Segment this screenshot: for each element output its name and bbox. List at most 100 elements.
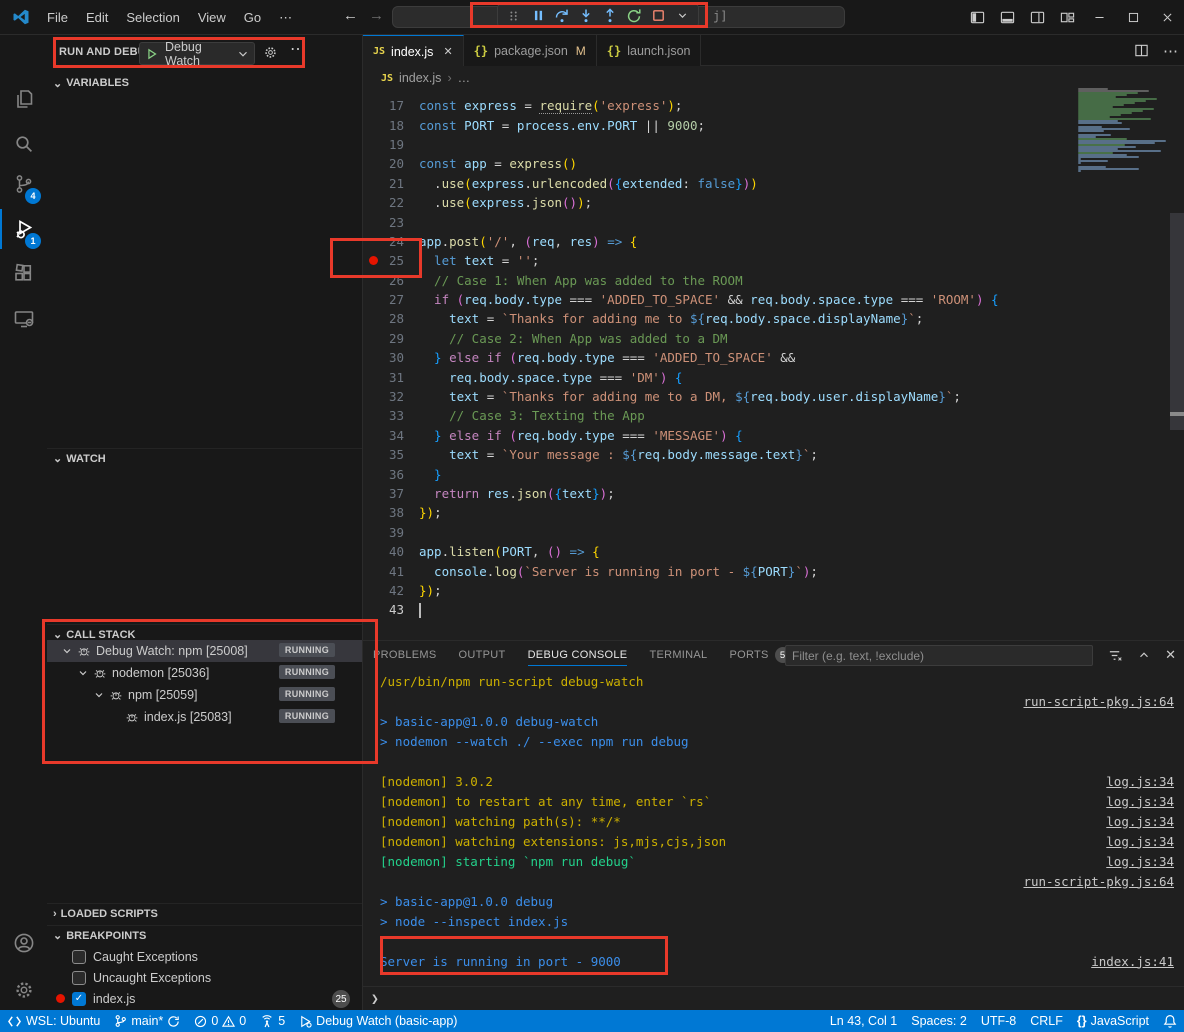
breadcrumb[interactable]: JS index.js › … [363,66,1184,90]
breakpoint-checkbox[interactable] [72,971,86,985]
code-line-26[interactable]: 26 // Case 1: When App was added to the … [363,271,1163,290]
status-spaces-2[interactable]: Spaces: 2 [904,1010,974,1032]
activity-settings[interactable] [0,970,47,1010]
status-main-[interactable]: main* [107,1010,187,1032]
activity-source-control[interactable]: 4 [0,164,47,204]
call-stack-row[interactable]: npm [25059]RUNNING [47,684,362,706]
more-actions-icon[interactable]: ⋯ [290,39,306,59]
code-line-40[interactable]: 40app.listen(PORT, () => { [363,542,1163,561]
scrollbar-thumb[interactable] [1170,213,1184,430]
source-link[interactable]: run-script-pkg.js:64 [1023,874,1174,889]
tab-package.json[interactable]: {}package.jsonM [464,35,597,66]
source-link[interactable]: run-script-pkg.js:64 [1023,694,1174,709]
code-line-20[interactable]: 20const app = express() [363,154,1163,173]
minimize-icon[interactable] [1082,0,1116,35]
tab-launch.json[interactable]: {}launch.json [597,35,702,66]
restart-button[interactable] [624,6,644,26]
activity-remote-explorer[interactable] [0,299,47,339]
code-line-27[interactable]: 27 if (req.body.type === 'ADDED_TO_SPACE… [363,290,1163,309]
status-0[interactable]: 00 [187,1010,253,1032]
stop-button[interactable] [648,6,668,26]
source-link[interactable]: log.js:34 [1106,794,1174,809]
breakpoint-row[interactable]: Caught Exceptions [47,946,362,967]
maximize-icon[interactable] [1116,0,1150,35]
nav-forward-icon[interactable]: → [369,7,384,24]
close-icon[interactable]: ✕ [443,45,452,58]
minimap[interactable] [1078,88,1170,174]
split-editor-icon[interactable] [1134,43,1149,58]
status-ln-43-col-1[interactable]: Ln 43, Col 1 [823,1010,904,1032]
code-line-37[interactable]: 37 return res.json({text}); [363,484,1163,503]
breakpoint-row[interactable]: Uncaught Exceptions [47,967,362,988]
panel-tab-terminal[interactable]: TERMINAL [649,641,707,669]
code-area[interactable]: 17const express = require('express');18c… [363,96,1163,620]
code-line-32[interactable]: 32 text = `Thanks for adding me to a DM,… [363,387,1163,406]
code-line-34[interactable]: 34 } else if (req.body.type === 'MESSAGE… [363,426,1163,445]
code-line-25[interactable]: 25 let text = ''; [363,251,1163,270]
panel-tab-output[interactable]: OUTPUT [459,641,506,669]
pause-button[interactable] [528,6,548,26]
source-link[interactable]: index.js:41 [1091,954,1174,969]
panel-tab-ports[interactable]: PORTS5 [729,641,790,669]
menu-go[interactable]: Go [235,6,270,29]
section-watch[interactable]: ⌄ WATCH [47,448,362,468]
code-line-36[interactable]: 36 } [363,464,1163,483]
call-stack-row[interactable]: index.js [25083]RUNNING [47,706,362,728]
code-line-42[interactable]: 42}); [363,581,1163,600]
tab-index.js[interactable]: JSindex.js✕ [363,35,464,67]
code-line-29[interactable]: 29 // Case 2: When App was added to a DM [363,329,1163,348]
menu-file[interactable]: File [38,6,77,29]
console-filter-input[interactable] [786,646,1092,665]
code-line-24[interactable]: 24app.post('/', (req, res) => { [363,232,1163,251]
code-line-22[interactable]: 22 .use(express.json()); [363,193,1163,212]
source-link[interactable]: log.js:34 [1106,814,1174,829]
layout-sidebar-right-icon[interactable] [1022,0,1052,35]
filter-icon[interactable] [1108,648,1123,663]
activity-search[interactable] [0,124,47,164]
console-filter[interactable] [785,645,1093,666]
breakpoint-checkbox[interactable]: ✓ [72,992,86,1006]
gear-icon[interactable] [263,45,278,60]
code-line-33[interactable]: 33 // Case 3: Texting the App [363,406,1163,425]
step-over-button[interactable] [552,6,572,26]
section-breakpoints[interactable]: ⌄ BREAKPOINTS [47,925,362,945]
panel-tab-problems[interactable]: PROBLEMS [373,641,437,669]
status-5[interactable]: 5 [253,1010,292,1032]
status-wsl-ubuntu[interactable]: WSL: Ubuntu [0,1010,107,1032]
code-line-31[interactable]: 31 req.body.space.type === 'DM') { [363,367,1163,386]
activity-accounts[interactable] [0,923,47,963]
nav-back-icon[interactable]: ← [343,7,358,24]
debug-config-dropdown[interactable]: Debug Watch [139,42,255,65]
activity-run-and-debug[interactable]: 1 [0,209,47,249]
breakpoint-row[interactable]: ✓index.js25 [47,988,362,1009]
breakpoint-checkbox[interactable] [72,950,86,964]
code-line-17[interactable]: 17const express = require('express'); [363,96,1163,115]
menu-selection[interactable]: Selection [117,6,188,29]
call-stack-row[interactable]: nodemon [25036]RUNNING [47,662,362,684]
code-line-43[interactable]: 43 [363,600,1163,619]
code-line-19[interactable]: 19 [363,135,1163,154]
code-line-18[interactable]: 18const PORT = process.env.PORT || 9000; [363,115,1163,134]
close-icon[interactable]: ✕ [1165,647,1176,663]
status-bell[interactable] [1156,1010,1184,1032]
chevron-down-button[interactable] [672,6,692,26]
menu-view[interactable]: View [189,6,235,29]
activity-extensions[interactable] [0,254,47,294]
close-window-icon[interactable] [1150,0,1184,35]
status-debug-watch-basic-app-[interactable]: Debug Watch (basic-app) [292,1010,464,1032]
code-line-35[interactable]: 35 text = `Your message : ${req.body.mes… [363,445,1163,464]
step-into-button[interactable] [576,6,596,26]
code-line-41[interactable]: 41 console.log(`Server is running in por… [363,561,1163,580]
step-out-button[interactable] [600,6,620,26]
breakpoint-dot-icon[interactable] [369,256,378,265]
status-utf-8[interactable]: UTF-8 [974,1010,1023,1032]
layout-panel-icon[interactable] [992,0,1022,35]
activity-explorer[interactable] [0,79,47,119]
section-variables[interactable]: ⌄ VARIABLES [47,73,362,93]
call-stack-row[interactable]: Debug Watch: npm [25008]RUNNING [47,640,362,662]
layout-customize-icon[interactable] [1052,0,1082,35]
source-link[interactable]: log.js:34 [1106,774,1174,789]
console-input-row[interactable]: ❯ [363,986,1184,1011]
panel-tab-debug-console[interactable]: DEBUG CONSOLE [528,641,628,669]
gripper-button[interactable] [504,6,524,26]
